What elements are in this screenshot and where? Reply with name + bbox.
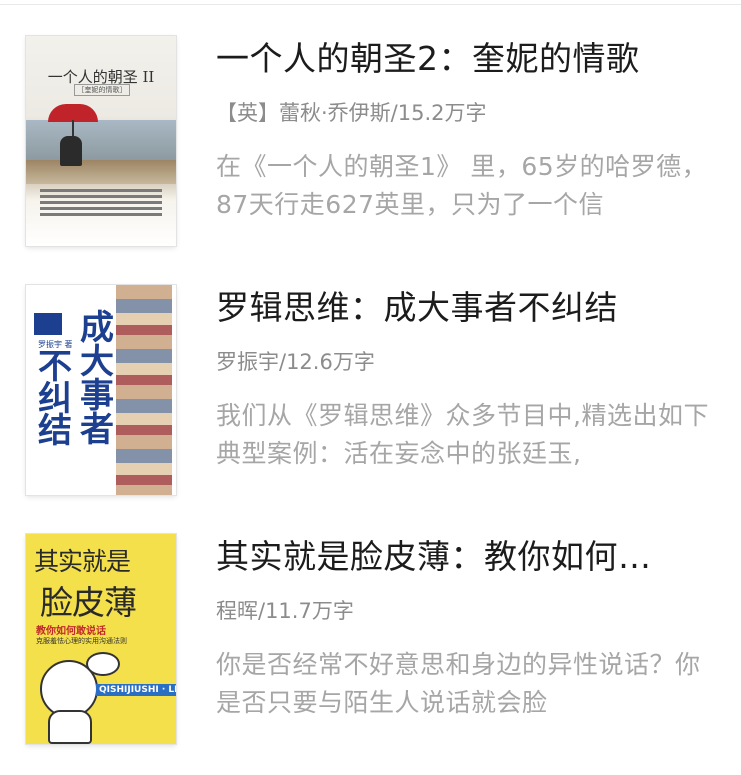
book-cover-image: 一个人的朝圣 II ［奎妮的情歌］ bbox=[26, 36, 176, 246]
book-title: 罗辑思维：成大事者不纠结 bbox=[216, 288, 618, 327]
book-title: 一个人的朝圣2：奎妮的情歌 bbox=[216, 39, 640, 78]
book-cover-image: 罗振宇 著 成大事者 不纠结 bbox=[26, 285, 176, 495]
book-list-item[interactable]: 其实就是 脸皮薄 教你如何敢说话 克服羞怯心理的实用沟通法则 QISHIJIUS… bbox=[0, 520, 741, 750]
book-description: 我们从《罗辑思维》众多节目中,精选出如下典型案例：活在妄念中的张廷玉, bbox=[216, 401, 709, 468]
book-author-wordcount: 程晖/11.7万字 bbox=[216, 599, 354, 623]
book-title: 其实就是脸皮薄：教你如何… bbox=[216, 537, 652, 576]
book-description: 在《一个人的朝圣1》 里，65岁的哈罗德，87天行走627英里，只为了一个信 bbox=[216, 152, 708, 219]
book-cover-image: 其实就是 脸皮薄 教你如何敢说话 克服羞怯心理的实用沟通法则 QISHIJIUS… bbox=[26, 534, 176, 744]
top-divider bbox=[0, 0, 741, 5]
book-list-item[interactable]: 罗振宇 著 成大事者 不纠结 罗辑思维：成大事者不纠结 罗振宇/12.6万字 我… bbox=[0, 271, 741, 501]
book-list-item[interactable]: 一个人的朝圣 II ［奎妮的情歌］ 一个人的朝圣2：奎妮的情歌 【英】蕾秋·乔伊… bbox=[0, 22, 741, 252]
book-description: 你是否经常不好意思和身边的异性说话？你是否只要与陌生人说话就会脸 bbox=[216, 650, 701, 717]
book-author-wordcount: 罗振宇/12.6万字 bbox=[216, 350, 375, 374]
book-author-wordcount: 【英】蕾秋·乔伊斯/15.2万字 bbox=[216, 101, 487, 125]
